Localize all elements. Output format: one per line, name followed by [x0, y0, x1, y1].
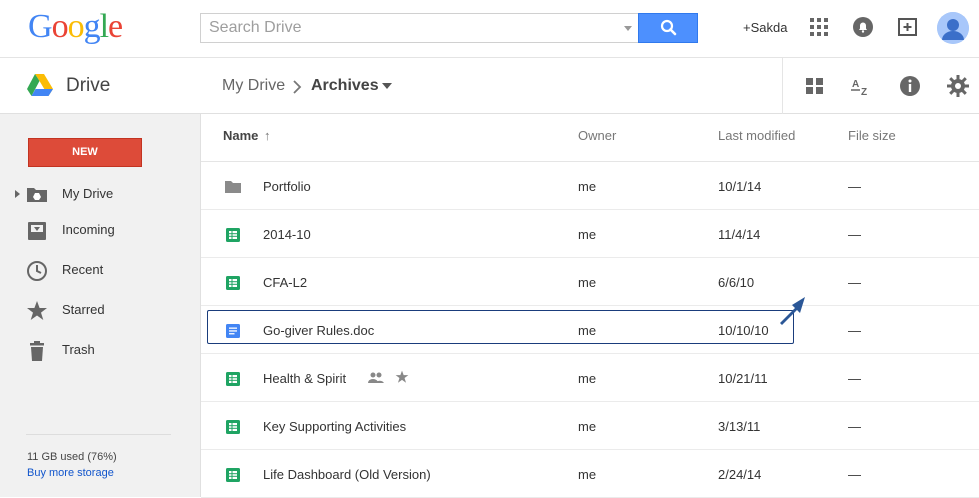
svg-text:Z: Z [861, 87, 867, 98]
sidebar-item-label: Incoming [62, 222, 115, 237]
search-box [200, 13, 639, 43]
file-modified: 6/6/10 [718, 275, 755, 290]
avatar[interactable] [937, 12, 969, 44]
buy-storage-link[interactable]: Buy more storage [27, 467, 114, 479]
file-size: — [848, 419, 861, 434]
file-owner: me [578, 467, 597, 482]
sort-arrow-icon[interactable]: ↑ [264, 128, 271, 143]
sidebar-item-incoming[interactable]: Incoming [0, 214, 200, 246]
table-row[interactable]: 2014-10 me 11/4/14 — [201, 210, 979, 258]
toolbar-divider [782, 58, 783, 114]
file-owner: me [578, 275, 597, 290]
chevron-right-icon [293, 80, 302, 94]
file-name: Key Supporting Activities [263, 419, 407, 434]
file-modified: 10/1/14 [718, 179, 762, 194]
app-title[interactable]: Drive [66, 75, 110, 97]
drive-header-bar: Drive My Drive Archives A Z [0, 58, 979, 114]
sidebar-item-recent[interactable]: Recent [0, 254, 200, 286]
drive-logo-icon [27, 74, 53, 96]
file-modified: 10/21/11 [718, 371, 768, 386]
new-button[interactable]: NEW [28, 138, 142, 167]
column-header-owner[interactable]: Owner [578, 128, 616, 143]
spreadsheet-icon [226, 468, 240, 482]
settings-gear-icon[interactable] [946, 74, 970, 98]
user-profile-link[interactable]: +Sakda [743, 20, 787, 35]
file-owner: me [578, 179, 597, 194]
search-button[interactable] [638, 13, 698, 43]
drive-folder-icon [27, 188, 47, 202]
sidebar: NEW My Drive Incoming Recent Starred Tra… [0, 114, 201, 497]
star-icon[interactable] [395, 370, 409, 384]
table-row-selected[interactable]: Go-giver Rules.doc me 10/10/10 — [201, 297, 979, 354]
pointer-arrow-icon [780, 297, 805, 325]
sidebar-item-label: My Drive [62, 186, 114, 201]
table-row[interactable]: Life Dashboard (Old Version) me 2/24/14 … [201, 450, 979, 498]
table-row[interactable]: CFA-L2 me 6/6/10 — [201, 258, 979, 306]
sidebar-item-my-drive[interactable]: My Drive [0, 178, 200, 210]
file-size: — [848, 227, 861, 242]
star-icon [27, 301, 47, 320]
file-size: — [848, 371, 861, 386]
table-row[interactable]: Portfolio me 10/1/14 — [201, 162, 979, 210]
table-row[interactable]: Key Supporting Activities me 3/13/11 — [201, 402, 979, 450]
notifications-bell-icon[interactable] [852, 16, 874, 38]
sort-az-icon[interactable]: A Z [850, 74, 874, 98]
svg-text:A: A [852, 79, 859, 90]
clock-icon [27, 261, 47, 281]
document-icon [226, 324, 240, 338]
info-icon[interactable] [898, 74, 922, 98]
google-logo[interactable]: Google [28, 8, 123, 46]
file-size: — [848, 467, 861, 482]
file-list: Name ↑ Owner Last modified File size Por… [201, 114, 979, 498]
breadcrumb-current-folder[interactable]: Archives [311, 77, 379, 95]
column-header-file-size[interactable]: File size [848, 128, 896, 143]
top-bar: Google +Sakda [0, 0, 979, 58]
spreadsheet-icon [226, 276, 240, 290]
file-name: 2014-10 [263, 227, 311, 242]
file-modified: 2/24/14 [718, 467, 762, 482]
file-modified: 10/10/10 [718, 323, 769, 338]
file-name: CFA-L2 [263, 275, 308, 290]
file-owner: me [578, 419, 597, 434]
chevron-down-icon[interactable] [382, 83, 392, 89]
file-modified: 11/4/14 [718, 227, 761, 242]
folder-icon [225, 181, 241, 193]
grid-view-icon[interactable] [803, 74, 827, 98]
inbox-icon [28, 222, 46, 240]
file-owner: me [578, 371, 597, 386]
file-size: — [848, 179, 861, 194]
storage-usage-text: 11 GB used (76%) [27, 451, 117, 463]
share-add-icon[interactable] [897, 16, 919, 38]
expand-arrow-icon[interactable] [15, 190, 20, 198]
file-name: Go-giver Rules.doc [263, 323, 375, 338]
sidebar-item-label: Trash [62, 342, 95, 357]
search-options-chevron-icon[interactable] [624, 26, 632, 31]
file-name: Health & Spirit [263, 371, 347, 386]
breadcrumb-my-drive[interactable]: My Drive [222, 77, 285, 95]
user-avatar-icon [937, 12, 969, 44]
table-row[interactable]: Health & Spirit me 10/21/11 — [201, 354, 979, 402]
spreadsheet-icon [226, 228, 240, 242]
spreadsheet-icon [226, 372, 240, 386]
file-owner: me [578, 323, 597, 338]
shared-people-icon [368, 372, 384, 383]
file-owner: me [578, 227, 597, 242]
search-icon [660, 19, 677, 36]
file-name: Life Dashboard (Old Version) [263, 467, 431, 482]
file-name: Portfolio [263, 179, 311, 194]
sidebar-item-label: Starred [62, 302, 105, 317]
sidebar-item-starred[interactable]: Starred [0, 294, 200, 326]
trash-icon [30, 341, 44, 361]
file-size: — [848, 275, 861, 290]
column-header-last-modified[interactable]: Last modified [718, 128, 795, 143]
search-input[interactable] [209, 14, 609, 42]
file-size: — [848, 323, 861, 338]
column-header-name[interactable]: Name ↑ [223, 128, 271, 143]
apps-grid-icon[interactable] [808, 16, 830, 38]
sidebar-item-trash[interactable]: Trash [0, 334, 200, 366]
spreadsheet-icon [226, 420, 240, 434]
sidebar-divider [26, 434, 171, 435]
file-modified: 3/13/11 [718, 419, 761, 434]
sidebar-item-label: Recent [62, 262, 104, 277]
